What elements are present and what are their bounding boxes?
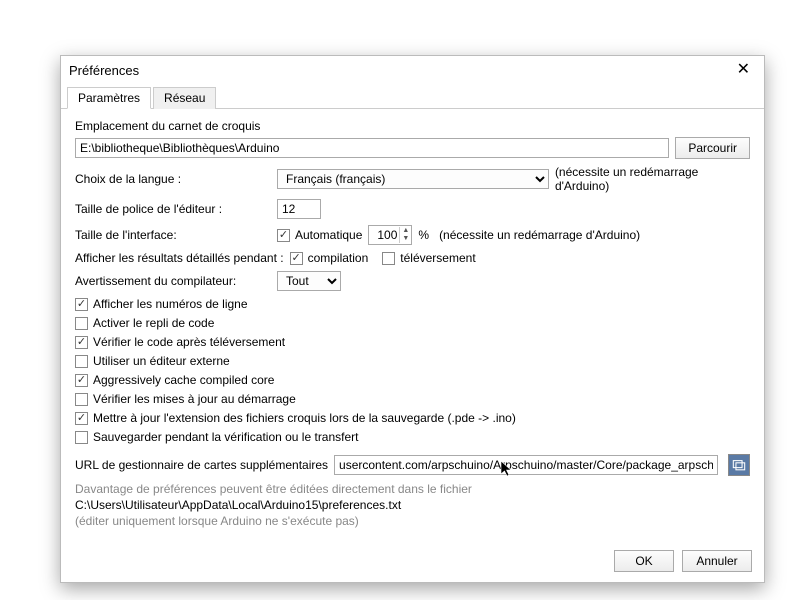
sketchbook-label: Emplacement du carnet de croquis (75, 119, 260, 133)
titlebar: Préférences ✕ (61, 56, 764, 86)
ok-button[interactable]: OK (614, 550, 674, 572)
checkbox-label: Vérifier les mises à jour au démarrage (93, 392, 296, 406)
checkbox-icon (75, 355, 88, 368)
checkbox-label: Utiliser un éditeur externe (93, 354, 230, 368)
close-icon[interactable]: ✕ (731, 60, 756, 80)
checkbox-code-folding[interactable]: Activer le repli de code (75, 316, 750, 330)
interface-scale-label: Taille de l'interface: (75, 228, 271, 242)
tabstrip: Paramètres Réseau (61, 86, 764, 109)
checkbox-icon (75, 317, 88, 330)
checkbox-line-numbers[interactable]: ✓ Afficher les numéros de ligne (75, 297, 750, 311)
options-list: ✓ Afficher les numéros de ligne Activer l… (75, 297, 750, 444)
checkbox-icon: ✓ (75, 336, 88, 349)
checkbox-update-extension[interactable]: ✓ Mettre à jour l'extension des fichiers … (75, 411, 750, 425)
language-restart-note: (nécessite un redémarrage d'Arduino) (555, 165, 750, 193)
language-label: Choix de la langue : (75, 172, 271, 186)
checkbox-label: Afficher les numéros de ligne (93, 297, 248, 311)
tab-parametres[interactable]: Paramètres (67, 87, 151, 109)
editor-font-input[interactable] (277, 199, 321, 219)
more-prefs-note: Davantage de préférences peuvent être éd… (75, 482, 750, 496)
verbose-compile-label: compilation (308, 251, 369, 265)
boards-url-input[interactable] (334, 455, 718, 475)
checkbox-icon: ✓ (75, 298, 88, 311)
checkbox-check-updates[interactable]: Vérifier les mises à jour au démarrage (75, 392, 750, 406)
interface-scale-input[interactable] (369, 226, 399, 244)
editor-font-label: Taille de police de l'éditeur : (75, 202, 271, 216)
window-icon (732, 458, 746, 472)
cancel-button[interactable]: Annuler (682, 550, 752, 572)
checkbox-label: Mettre à jour l'extension des fichiers c… (93, 411, 516, 425)
verbose-label: Afficher les résultats détaillés pendant… (75, 251, 284, 265)
checkbox-icon: ✓ (290, 252, 303, 265)
checkbox-save-on-verify[interactable]: Sauvegarder pendant la vérification ou l… (75, 430, 750, 444)
language-select[interactable]: Français (français) (277, 169, 549, 189)
checkbox-label: Aggressively cache compiled core (93, 373, 274, 387)
dialog-body: Emplacement du carnet de croquis Parcour… (61, 109, 764, 542)
verbose-upload-label: téléversement (400, 251, 475, 265)
sketchbook-path-input[interactable] (75, 138, 669, 158)
spinner-up-icon[interactable]: ▲ (400, 227, 411, 235)
edit-only-when-closed-note: (éditer uniquement lorsque Arduino ne s'… (75, 514, 750, 528)
dialog-footer: OK Annuler (61, 542, 764, 582)
interface-scale-spinner[interactable]: ▲▼ (368, 225, 412, 245)
checkbox-label: Activer le repli de code (93, 316, 214, 330)
verbose-upload-checkbox[interactable]: téléversement (382, 251, 475, 265)
checkbox-icon: ✓ (75, 374, 88, 387)
warnings-select[interactable]: Tout (277, 271, 341, 291)
tab-reseau[interactable]: Réseau (153, 87, 216, 109)
checkbox-label: Sauvegarder pendant la vérification ou l… (93, 430, 359, 444)
percent-suffix: % (418, 228, 429, 242)
spinner-down-icon[interactable]: ▼ (400, 235, 411, 243)
checkbox-label: Vérifier le code après téléversement (93, 335, 285, 349)
boards-url-label: URL de gestionnaire de cartes supplément… (75, 458, 328, 472)
checkbox-icon (75, 431, 88, 444)
checkbox-external-editor[interactable]: Utiliser un éditeur externe (75, 354, 750, 368)
interface-auto-label: Automatique (295, 228, 362, 242)
checkbox-icon (75, 393, 88, 406)
warnings-label: Avertissement du compilateur: (75, 274, 271, 288)
dialog-title: Préférences (69, 63, 139, 78)
checkbox-verify-after-upload[interactable]: ✓ Vérifier le code après téléversement (75, 335, 750, 349)
checkbox-aggressive-cache[interactable]: ✓ Aggressively cache compiled core (75, 373, 750, 387)
verbose-compile-checkbox[interactable]: ✓ compilation (290, 251, 369, 265)
prefs-file-path: C:\Users\Utilisateur\AppData\Local\Ardui… (75, 498, 750, 512)
checkbox-icon: ✓ (277, 229, 290, 242)
preferences-dialog: Préférences ✕ Paramètres Réseau Emplacem… (60, 55, 765, 583)
checkbox-icon (382, 252, 395, 265)
interface-auto-checkbox[interactable]: ✓ Automatique (277, 228, 362, 242)
browse-button[interactable]: Parcourir (675, 137, 750, 159)
checkbox-icon: ✓ (75, 412, 88, 425)
interface-restart-note: (nécessite un redémarrage d'Arduino) (439, 228, 640, 242)
boards-url-edit-button[interactable] (728, 454, 750, 476)
